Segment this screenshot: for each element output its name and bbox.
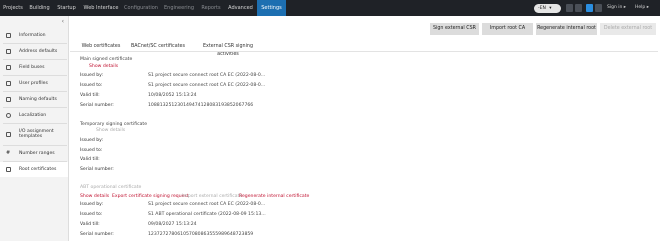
sidebar-item-user-profiles[interactable]: User profiles [0, 75, 68, 91]
field-value: S1 ABT operational certificate (2022-08-… [148, 212, 266, 217]
abt-heading: ABT operational certificate [80, 185, 142, 190]
nav-engineering[interactable]: Engineering [160, 0, 198, 16]
language-selector[interactable]: -EN ▾ [534, 3, 561, 13]
sidebar-item-root-certificates[interactable]: Root certificates [0, 162, 68, 177]
sign-external-csr-button[interactable]: Sign external CSR [430, 23, 479, 35]
main-show-details-link[interactable]: Show details [89, 64, 118, 69]
field-value: 123727278061057080863555989648723859 [148, 232, 254, 237]
field-label: Serial number: [80, 103, 114, 108]
bus-icon [6, 64, 11, 70]
field-label: Valid till: [80, 157, 100, 162]
nav-web-interface[interactable]: Web Interface [80, 0, 122, 16]
field-label: Issued to: [80, 83, 103, 88]
field-label: Issued by: [80, 138, 104, 143]
hash-icon: # [6, 150, 11, 156]
sign-in-link[interactable]: Sign in ▸ [607, 3, 626, 13]
regenerate-internal-certificate-link[interactable]: Regenerate internal certificate [239, 194, 309, 199]
globe-icon [6, 113, 11, 118]
nav-configuration[interactable]: Configuration [122, 0, 160, 16]
address-icon [6, 48, 11, 54]
field-label: Serial number: [80, 232, 114, 237]
field-value: S1 project secure connect root CA EC (20… [148, 73, 266, 78]
abt-show-details-link[interactable]: Show details [80, 194, 109, 199]
view-toggle-d-icon[interactable] [595, 4, 602, 12]
temporary-heading: Temporary signing certificate [80, 122, 148, 127]
sidebar-item-label: Number ranges [19, 151, 55, 156]
sign-in-label: Sign in [607, 5, 623, 10]
language-label: -EN [538, 5, 546, 11]
main-signed-heading: Main signed certificate [80, 57, 133, 62]
sidebar-item-naming-defaults[interactable]: Naming defaults [0, 91, 68, 107]
sidebar-item-label: Root certificates [19, 167, 57, 172]
nav-building[interactable]: Building [26, 0, 53, 16]
field-label: Issued by: [80, 73, 104, 78]
import-external-certificate-link[interactable]: Import external certificate [182, 194, 242, 199]
tab-underline [70, 51, 658, 52]
naming-icon [6, 96, 11, 102]
sidebar-item-label: User profiles [19, 80, 48, 86]
view-toggle-c-icon[interactable] [586, 4, 593, 12]
field-value: 108813251230149474128083193852067766 [148, 103, 254, 108]
nav-advanced[interactable]: Advanced [224, 0, 257, 16]
field-label: Valid till: [80, 222, 100, 227]
sidebar-item-field-buses[interactable]: Field buses [0, 59, 68, 75]
nav-reports[interactable]: Reports [198, 0, 224, 16]
toolbar: Sign external CSR Import root CA Regener… [0, 23, 660, 35]
sidebar-item-label-group: I/O assignment templates [19, 129, 54, 140]
nav-projects[interactable]: Projects [0, 0, 26, 16]
sidebar-item-label: Field buses [19, 64, 45, 70]
view-toggle-b-icon[interactable] [575, 4, 582, 12]
sidebar-item-label: Address defaults [19, 48, 58, 54]
field-label: Issued to: [80, 212, 103, 217]
nav-settings[interactable]: Settings [257, 0, 286, 16]
field-value: S1 project secure connect root CA EC (20… [148, 202, 266, 207]
nav-startup[interactable]: Startup [53, 0, 80, 16]
sidebar-item-label: Localization [19, 113, 47, 118]
right-controls: -EN ▾ Sign in ▸ Help ▸ [530, 0, 660, 16]
help-link[interactable]: Help ▸ [635, 3, 649, 13]
import-root-ca-button[interactable]: Import root CA [482, 23, 533, 35]
sidebar: ‹ Information Address defaults Field bus… [0, 16, 69, 241]
view-toggle-a-icon[interactable] [566, 4, 573, 12]
sidebar-item-number-ranges[interactable]: # Number ranges [0, 146, 68, 161]
field-value: 10/08/2052 15:13:24 [148, 93, 197, 98]
sidebar-item-io-assignment[interactable]: I/O assignment templates [0, 124, 68, 144]
certificate-icon [6, 167, 11, 172]
regenerate-internal-root-button[interactable]: Regenerate internal root [536, 23, 597, 35]
field-value: S1 project secure connect root CA EC (20… [148, 83, 266, 88]
export-csr-link[interactable]: Export certificate signing request [112, 194, 189, 199]
field-value: 09/08/2027 15:13:24 [148, 222, 197, 227]
sidebar-item-localization[interactable]: Localization [0, 108, 68, 123]
field-label: Valid till: [80, 93, 100, 98]
delete-external-root-button[interactable]: Delete external root [600, 23, 656, 35]
field-label: Serial number: [80, 167, 114, 172]
top-navigation-bar: Projects Building Startup Web Interface … [0, 0, 660, 16]
field-label: Issued by: [80, 202, 104, 207]
temporary-show-details-link[interactable]: Show details [96, 128, 125, 133]
chevron-down-icon: ▾ [549, 5, 552, 11]
user-icon [6, 80, 11, 86]
sidebar-item-address-defaults[interactable]: Address defaults [0, 43, 68, 59]
field-label: Issued to: [80, 148, 103, 153]
sidebar-item-label-line2: templates [19, 134, 43, 139]
io-icon [6, 131, 11, 137]
sidebar-item-label: Naming defaults [19, 96, 57, 102]
help-label: Help [635, 5, 646, 10]
